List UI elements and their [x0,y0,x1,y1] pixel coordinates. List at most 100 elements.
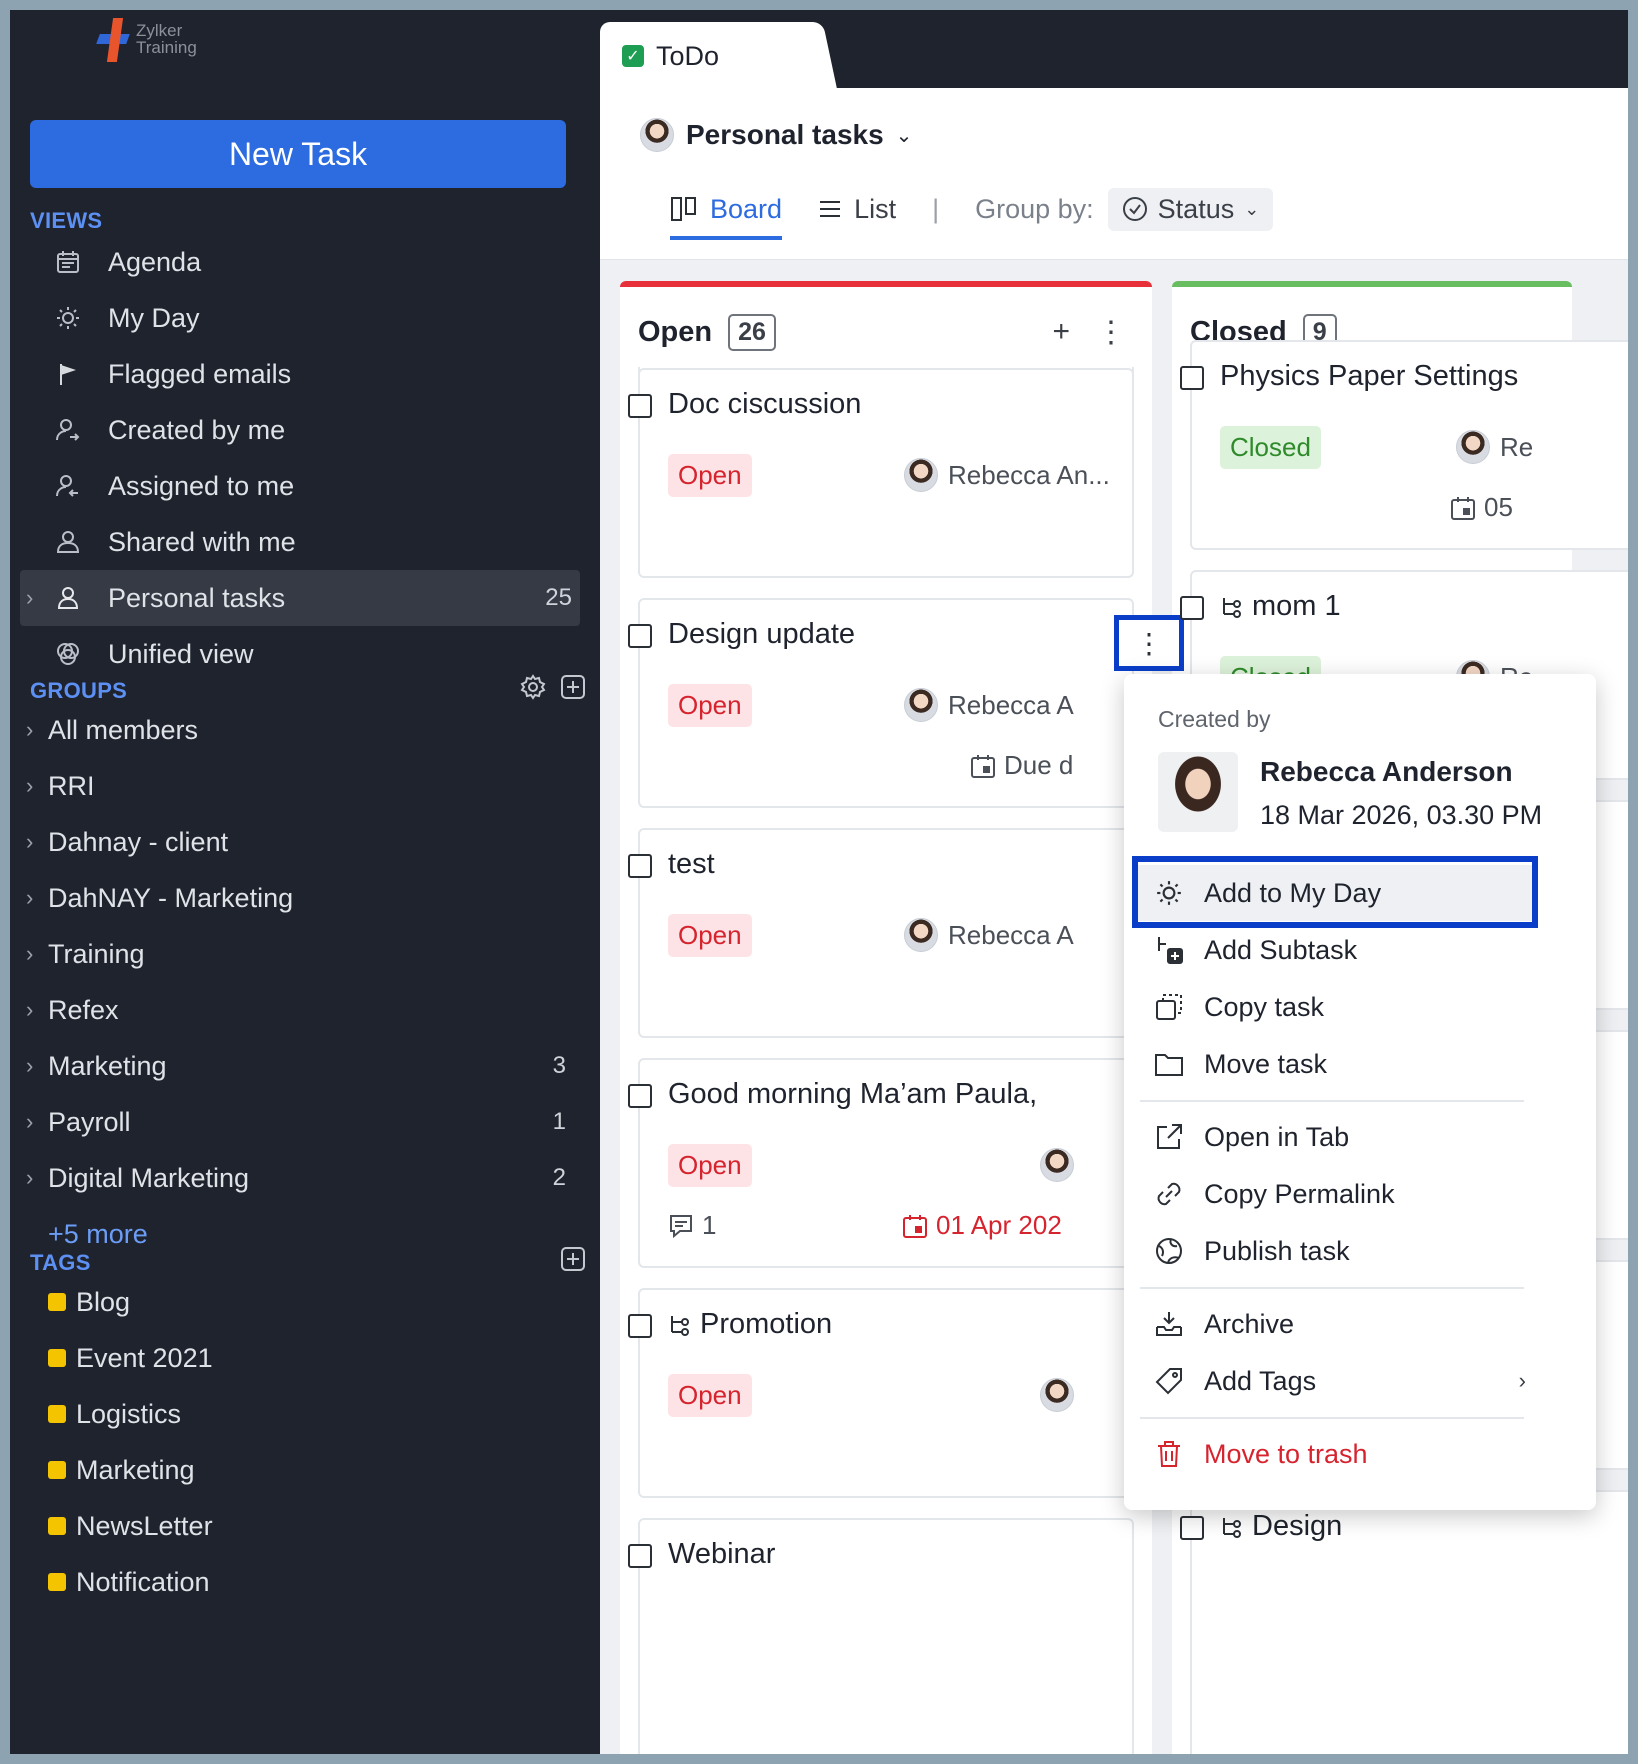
due-text: Due d [1004,750,1074,780]
group-by-label: Group by: [975,193,1094,224]
tab-todo[interactable]: ✓ ToDo [600,22,810,90]
tab-board[interactable]: Board [670,180,783,240]
logo-line2: Training [136,38,197,57]
tab-list[interactable]: List [818,180,896,238]
task-checkbox[interactable] [1180,1516,1204,1540]
tag-item[interactable]: Logistics [20,1386,580,1442]
status-badge[interactable]: Open [668,914,752,957]
group-label: Dahnay - client [48,826,229,857]
tab-label: Board [710,193,783,224]
chevron-right-icon: › [26,1109,34,1134]
creator-name: Rebecca Anderson [1260,756,1513,787]
task-owner[interactable]: Rebecca A [904,688,1074,722]
views-list: Agenda My Day Flagged emails Created by … [20,234,580,682]
menu-item-open-in-tab[interactable]: Open in Tab [1152,1109,1532,1165]
menu-item-copy-task[interactable]: Copy task [1152,979,1532,1035]
group-item-digital-marketing[interactable]: › Digital Marketing 2 [20,1150,580,1206]
status-badge[interactable]: Closed [1220,426,1321,469]
nav-item-my-day[interactable]: My Day [20,290,580,346]
menu-item-add-subtask[interactable]: Add Subtask [1152,922,1532,978]
nav-item-flagged-emails[interactable]: Flagged emails [20,346,580,402]
task-checkbox[interactable] [1180,366,1204,390]
group-item-payroll[interactable]: › Payroll 1 [20,1094,580,1150]
groups-more-link[interactable]: +5 more [20,1206,580,1262]
board-title-dropdown[interactable]: Personal tasks ⌄ [640,118,912,152]
task-card[interactable]: Webinar [628,1518,1134,1754]
task-checkbox[interactable] [628,394,652,418]
group-item-all-members[interactable]: › All members [20,702,580,758]
group-item-dahnay-client[interactable]: › Dahnay - client [20,814,580,870]
add-group-icon[interactable] [560,674,586,700]
task-checkbox[interactable] [628,1544,652,1568]
menu-item-add-tags[interactable]: Add Tags › [1152,1353,1532,1409]
nav-item-unified-view[interactable]: Unified view [20,626,580,682]
column-title: Open [638,315,713,348]
task-owner[interactable]: Re [1456,430,1533,464]
task-checkbox[interactable] [1180,596,1204,620]
nav-item-personal-tasks[interactable]: › Personal tasks 25 [20,570,580,626]
gear-icon[interactable] [520,674,546,700]
task-card[interactable]: Doc ciscussion Open Rebecca An... [628,368,1134,578]
menu-item-move-to-trash[interactable]: Move to trash [1152,1426,1532,1482]
status-badge[interactable]: Open [668,1374,752,1417]
subtask-icon [1220,1516,1242,1538]
task-title: Design [1220,1510,1342,1543]
task-more-button[interactable]: ⋮ [1114,615,1184,671]
chevron-right-icon: › [26,941,34,966]
tag-item[interactable]: Notification [20,1554,580,1610]
menu-item-move-task[interactable]: Move task [1152,1036,1532,1092]
nav-item-assigned-to-me[interactable]: Assigned to me [20,458,580,514]
add-tag-icon[interactable] [560,1246,586,1272]
nav-item-created-by-me[interactable]: Created by me [20,402,580,458]
menu-item-copy-permalink[interactable]: Copy Permalink [1152,1166,1532,1222]
tag-item[interactable]: Marketing [20,1442,580,1498]
task-card[interactable]: test Open Rebecca A [628,828,1134,1038]
nav-label: Assigned to me [108,470,295,501]
more-vertical-icon[interactable]: ⋮ [1096,315,1126,350]
status-badge[interactable]: Open [668,454,752,497]
external-link-icon [1152,1122,1186,1152]
chevron-right-icon[interactable]: › [26,585,33,611]
group-by-dropdown[interactable]: Status ⌄ [1107,187,1274,231]
menu-item-publish-task[interactable]: Publish task [1152,1223,1532,1279]
task-checkbox[interactable] [628,624,652,648]
group-item-refex[interactable]: › Refex [20,982,580,1038]
group-item-marketing[interactable]: › Marketing 3 [20,1038,580,1094]
tags-section-title: TAGS [30,1250,91,1275]
task-card[interactable]: Promotion Open [628,1288,1134,1498]
group-label: RRI [48,770,95,801]
new-task-button[interactable]: New Task [30,120,566,188]
task-owner[interactable]: Rebecca An... [904,458,1110,492]
group-item-training[interactable]: › Training [20,926,580,982]
task-owner[interactable] [1040,1148,1074,1182]
tag-item[interactable]: Blog [20,1274,580,1330]
task-card[interactable]: Physics Paper Settings Closed Re 05 [1180,340,1628,550]
task-checkbox[interactable] [628,1314,652,1338]
group-label: DahNAY - Marketing [48,882,294,913]
task-owner[interactable] [1040,1378,1074,1412]
tag-item[interactable]: Event 2021 [20,1330,580,1386]
menu-item-archive[interactable]: Archive [1152,1296,1532,1352]
group-item-dahnay-marketing[interactable]: › DahNAY - Marketing [20,870,580,926]
status-badge[interactable]: Open [668,684,752,727]
add-icon[interactable]: + [1052,315,1070,350]
tab-label: List [854,193,897,224]
tag-icon [1152,1366,1186,1396]
task-card[interactable]: Design [1180,1490,1628,1754]
task-owner[interactable]: Rebecca A [904,918,1074,952]
tag-item[interactable]: NewsLetter [20,1498,580,1554]
task-card[interactable]: Good morning Ma’am Paula, Open 1 01 Apr … [628,1058,1134,1268]
todo-check-icon: ✓ [622,45,644,67]
status-badge[interactable]: Open [668,1144,752,1187]
task-card[interactable]: Design update Open Rebecca A Due d [628,598,1134,808]
column-header: Open 26 + ⋮ [620,287,1152,377]
menu-label: Add Tags [1204,1365,1317,1396]
group-item-rri[interactable]: › RRI [20,758,580,814]
task-comments[interactable]: 1 [668,1210,716,1241]
nav-item-agenda[interactable]: Agenda [20,234,580,290]
nav-item-shared-with-me[interactable]: Shared with me [20,514,580,570]
task-due: 01 Apr 202 [902,1210,1062,1241]
avatar [1456,430,1490,464]
task-checkbox[interactable] [628,1084,652,1108]
task-checkbox[interactable] [628,854,652,878]
